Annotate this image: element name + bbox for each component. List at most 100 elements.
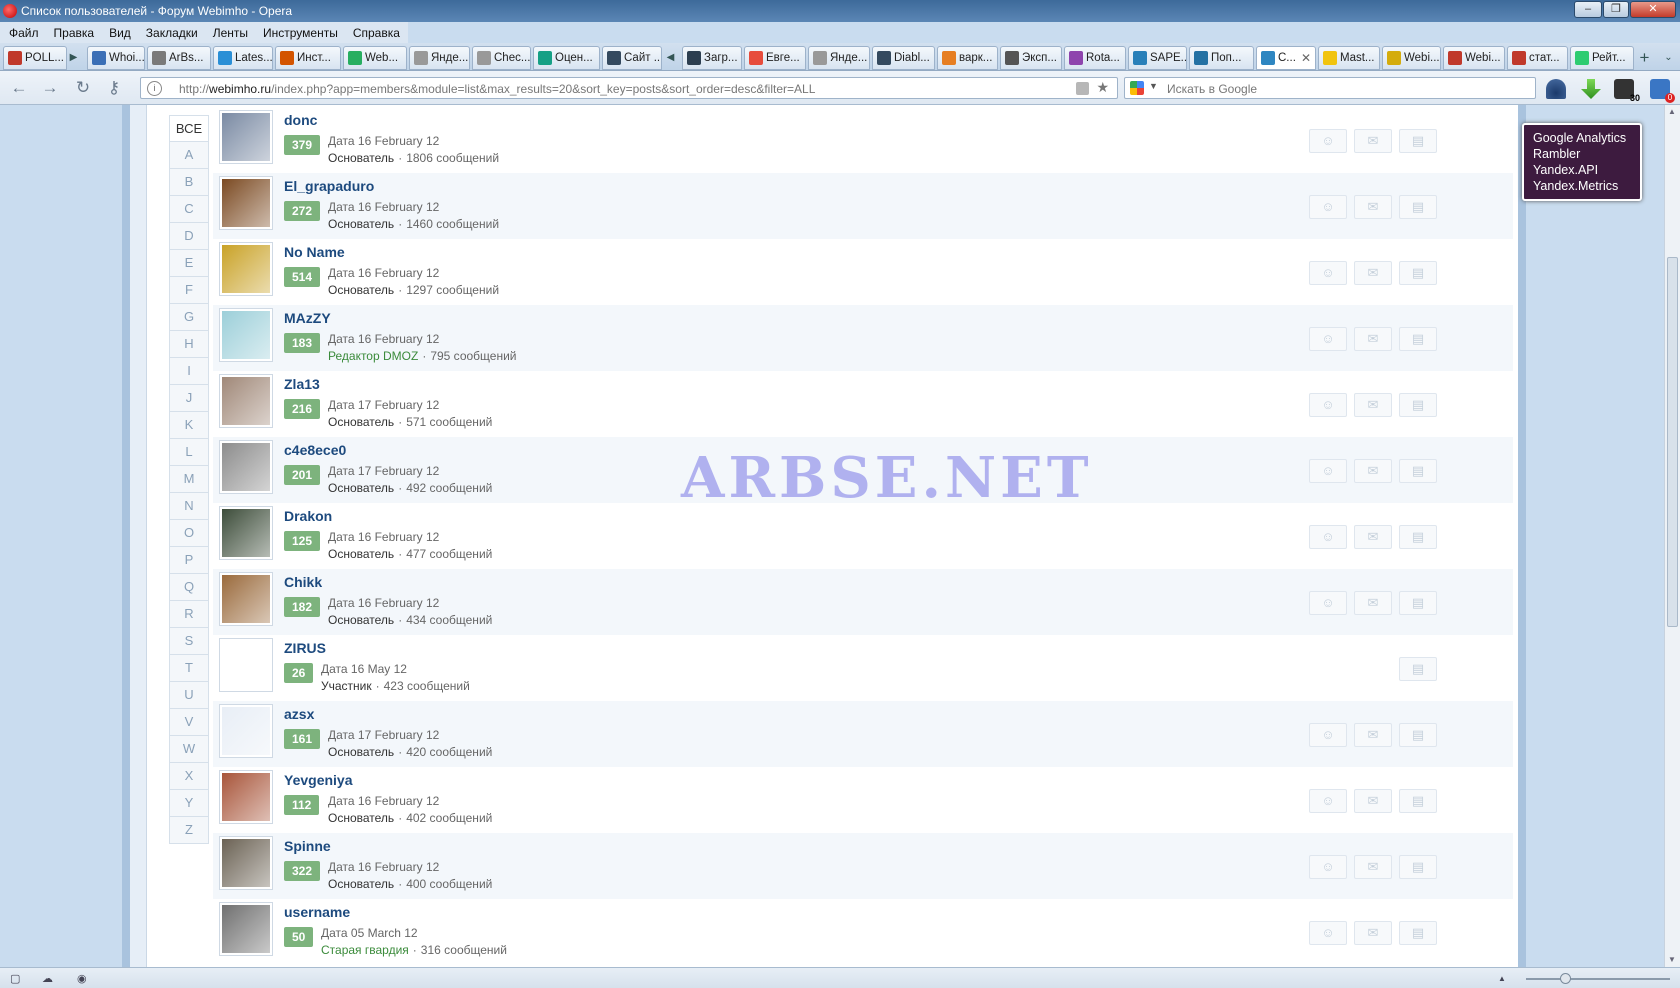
browser-tab[interactable]: Webi...	[1443, 46, 1505, 70]
extension-user-icon[interactable]: 0	[1650, 79, 1675, 103]
send-message-icon[interactable]: ✉	[1354, 327, 1392, 351]
letter-filter-item[interactable]: X	[169, 763, 209, 790]
add-friend-icon[interactable]: ☺	[1309, 855, 1347, 879]
browser-tab[interactable]: Whoi...	[87, 46, 145, 70]
browser-tab[interactable]: Эксп...	[1000, 46, 1062, 70]
browser-tab[interactable]: С... ✕	[1256, 46, 1316, 70]
letter-filter-item[interactable]: W	[169, 736, 209, 763]
letter-filter-item[interactable]: L	[169, 439, 209, 466]
browser-tab[interactable]: Рейт...	[1570, 46, 1634, 70]
avatar[interactable]	[219, 110, 273, 164]
browser-tab[interactable]: Chec...	[472, 46, 531, 70]
rss-feed-icon[interactable]	[1076, 82, 1089, 95]
view-profile-icon[interactable]: ▤	[1399, 327, 1437, 351]
browser-tab[interactable]: ArBs...	[147, 46, 211, 70]
view-profile-icon[interactable]: ▤	[1399, 459, 1437, 483]
new-tab-icon[interactable]: +	[1638, 47, 1651, 69]
send-message-icon[interactable]: ✉	[1354, 129, 1392, 153]
google-search-engine-icon[interactable]	[1130, 81, 1144, 95]
send-message-icon[interactable]: ✉	[1354, 459, 1392, 483]
browser-tab[interactable]: Оцен...	[533, 46, 600, 70]
member-name-link[interactable]: username	[284, 904, 350, 920]
browser-tab[interactable]: Rota...	[1064, 46, 1126, 70]
browser-tab[interactable]: Diabl...	[872, 46, 935, 70]
add-friend-icon[interactable]: ☺	[1309, 591, 1347, 615]
letter-filter-item[interactable]: D	[169, 223, 209, 250]
reload-icon[interactable]: ↻	[72, 78, 94, 98]
avatar[interactable]	[219, 770, 273, 824]
add-friend-icon[interactable]: ☺	[1309, 393, 1347, 417]
menu-item[interactable]: Ленты	[204, 22, 254, 40]
letter-filter-item[interactable]: T	[169, 655, 209, 682]
view-profile-icon[interactable]: ▤	[1399, 393, 1437, 417]
address-bar[interactable]: i http://webimho.ru/index.php?app=member…	[140, 77, 1118, 99]
avatar[interactable]	[219, 836, 273, 890]
view-profile-icon[interactable]: ▤	[1399, 195, 1437, 219]
browser-tab[interactable]: Mast...	[1318, 46, 1380, 70]
search-input[interactable]: ▼ Искать в Google	[1124, 77, 1536, 99]
menu-item[interactable]: Закладки	[137, 22, 204, 40]
zoom-slider[interactable]	[1526, 978, 1670, 980]
member-name-link[interactable]: ZIRUS	[284, 640, 326, 656]
avatar[interactable]	[219, 572, 273, 626]
member-name-link[interactable]: Spinne	[284, 838, 331, 854]
close-tab-icon[interactable]: ✕	[1301, 47, 1311, 69]
member-name-link[interactable]: azsx	[284, 706, 314, 722]
browser-tab[interactable]: Янде...	[808, 46, 870, 70]
letter-filter-item[interactable]: A	[169, 142, 209, 169]
member-name-link[interactable]: El_grapaduro	[284, 178, 374, 194]
scroll-up-icon[interactable]: ▲	[1668, 107, 1676, 116]
avatar[interactable]	[219, 506, 273, 560]
letter-filter-item[interactable]: F	[169, 277, 209, 304]
scrollbar-thumb[interactable]	[1667, 257, 1678, 627]
letter-filter-item[interactable]: J	[169, 385, 209, 412]
add-friend-icon[interactable]: ☺	[1309, 789, 1347, 813]
tab-scroll-left-icon[interactable]: ◀	[664, 47, 677, 69]
site-info-icon[interactable]: i	[147, 81, 162, 96]
browser-tab[interactable]: стат...	[1507, 46, 1568, 70]
bookmark-star-icon[interactable]: ★	[1096, 79, 1109, 96]
view-profile-icon[interactable]: ▤	[1399, 129, 1437, 153]
menu-item[interactable]: Вид	[100, 22, 137, 40]
send-message-icon[interactable]: ✉	[1354, 921, 1392, 945]
close-window-button[interactable]: ✕	[1630, 1, 1676, 18]
extension-dome-icon[interactable]	[1546, 79, 1566, 99]
add-friend-icon[interactable]: ☺	[1309, 195, 1347, 219]
member-name-link[interactable]: c4e8ece0	[284, 442, 346, 458]
search-engine-dropdown-icon[interactable]: ▼	[1149, 81, 1158, 91]
letter-filter-item[interactable]: Y	[169, 790, 209, 817]
forward-arrow-icon[interactable]: →	[39, 78, 61, 98]
add-friend-icon[interactable]: ☺	[1309, 261, 1347, 285]
menu-item[interactable]: Файл	[0, 22, 45, 40]
browser-tab[interactable]: варк...	[937, 46, 998, 70]
browser-tab[interactable]: Web...	[343, 46, 407, 70]
browser-tab[interactable]: Сайт ...	[602, 46, 662, 70]
zoom-up-icon[interactable]: ▲	[1498, 974, 1514, 986]
browser-tab[interactable]: Поп...	[1189, 46, 1254, 70]
letter-filter-all[interactable]: ВСЕ	[169, 115, 209, 142]
tab-menu-chevron-down-icon[interactable]: ⌄	[1662, 47, 1675, 69]
browser-tab[interactable]: Янде...	[409, 46, 470, 70]
view-profile-icon[interactable]: ▤	[1399, 723, 1437, 747]
avatar[interactable]	[219, 638, 273, 692]
add-friend-icon[interactable]: ☺	[1309, 327, 1347, 351]
extension-tools-icon[interactable]: 30	[1614, 79, 1640, 103]
view-profile-icon[interactable]: ▤	[1399, 525, 1437, 549]
add-friend-icon[interactable]: ☺	[1309, 459, 1347, 483]
send-message-icon[interactable]: ✉	[1354, 525, 1392, 549]
send-message-icon[interactable]: ✉	[1354, 789, 1392, 813]
letter-filter-item[interactable]: R	[169, 601, 209, 628]
view-profile-icon[interactable]: ▤	[1399, 261, 1437, 285]
send-message-icon[interactable]: ✉	[1354, 393, 1392, 417]
letter-filter-item[interactable]: V	[169, 709, 209, 736]
letter-filter-item[interactable]: B	[169, 169, 209, 196]
back-arrow-icon[interactable]: ←	[8, 78, 30, 98]
browser-tab[interactable]: Евге...	[744, 46, 806, 70]
menu-item[interactable]: Справка	[344, 22, 406, 40]
view-profile-icon[interactable]: ▤	[1399, 657, 1437, 681]
avatar[interactable]	[219, 704, 273, 758]
letter-filter-item[interactable]: O	[169, 520, 209, 547]
view-profile-icon[interactable]: ▤	[1399, 591, 1437, 615]
maximize-button[interactable]: ❐	[1603, 1, 1629, 18]
avatar[interactable]	[219, 374, 273, 428]
